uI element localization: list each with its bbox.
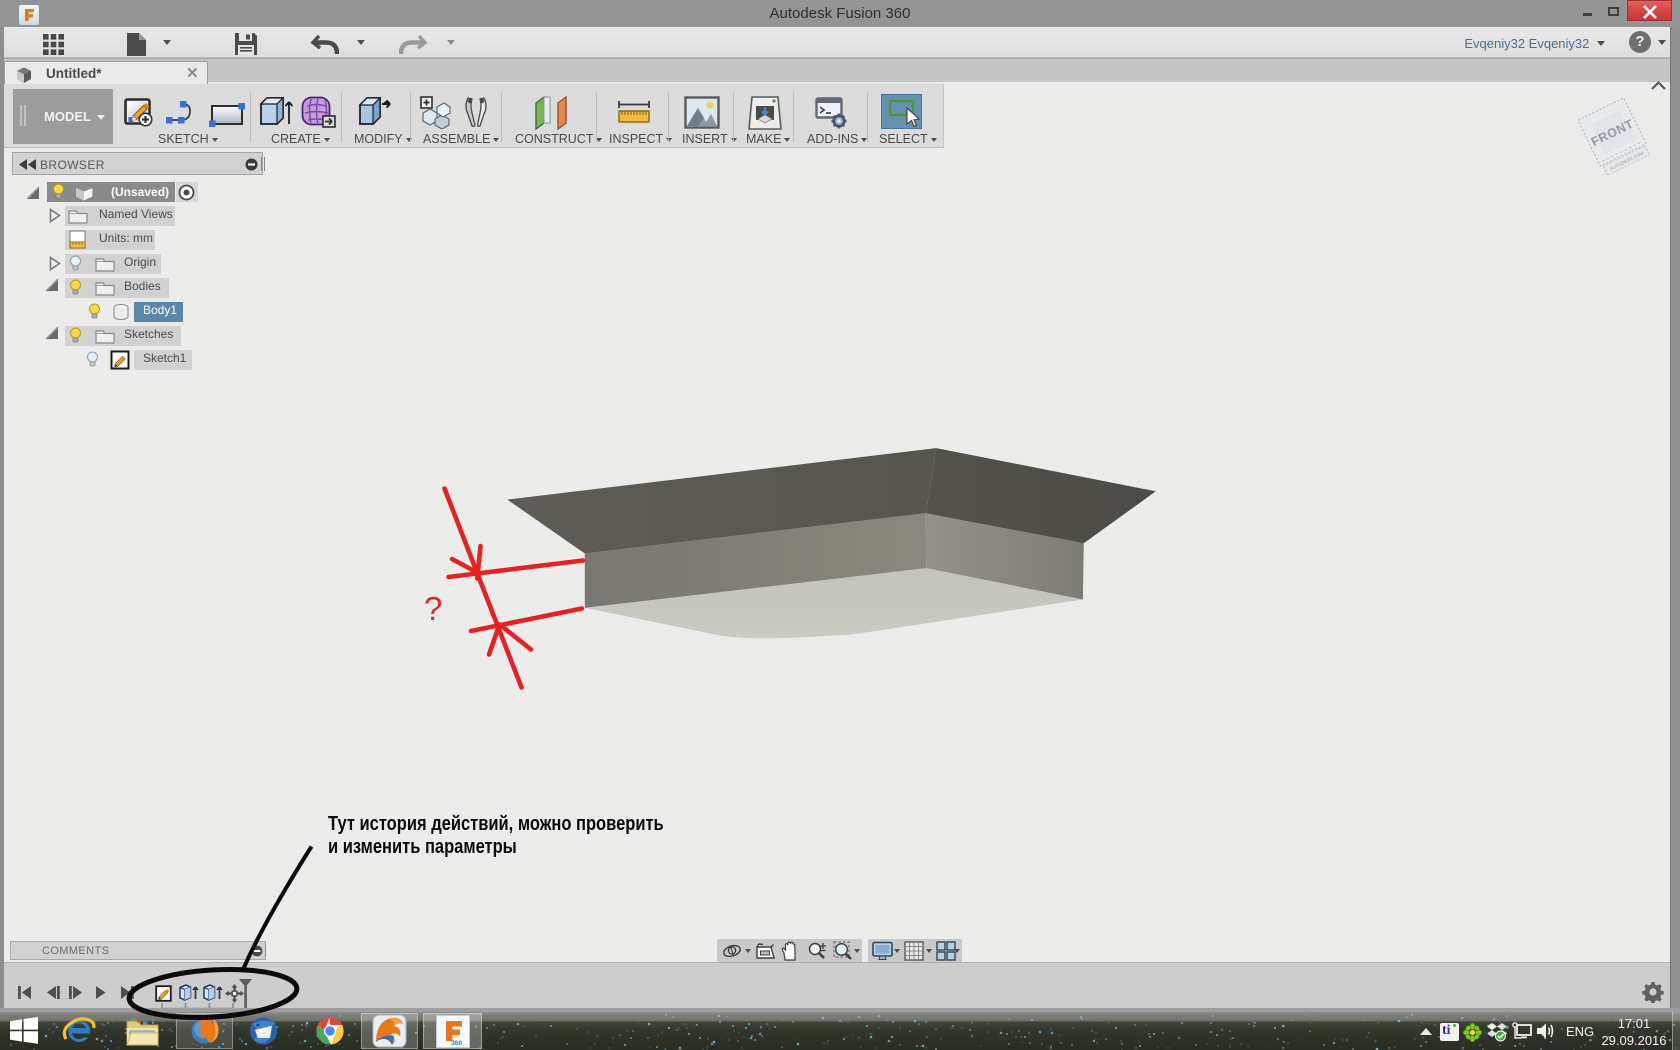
svg-text:360: 360 (451, 1040, 462, 1047)
svg-text:?: ? (424, 590, 442, 627)
